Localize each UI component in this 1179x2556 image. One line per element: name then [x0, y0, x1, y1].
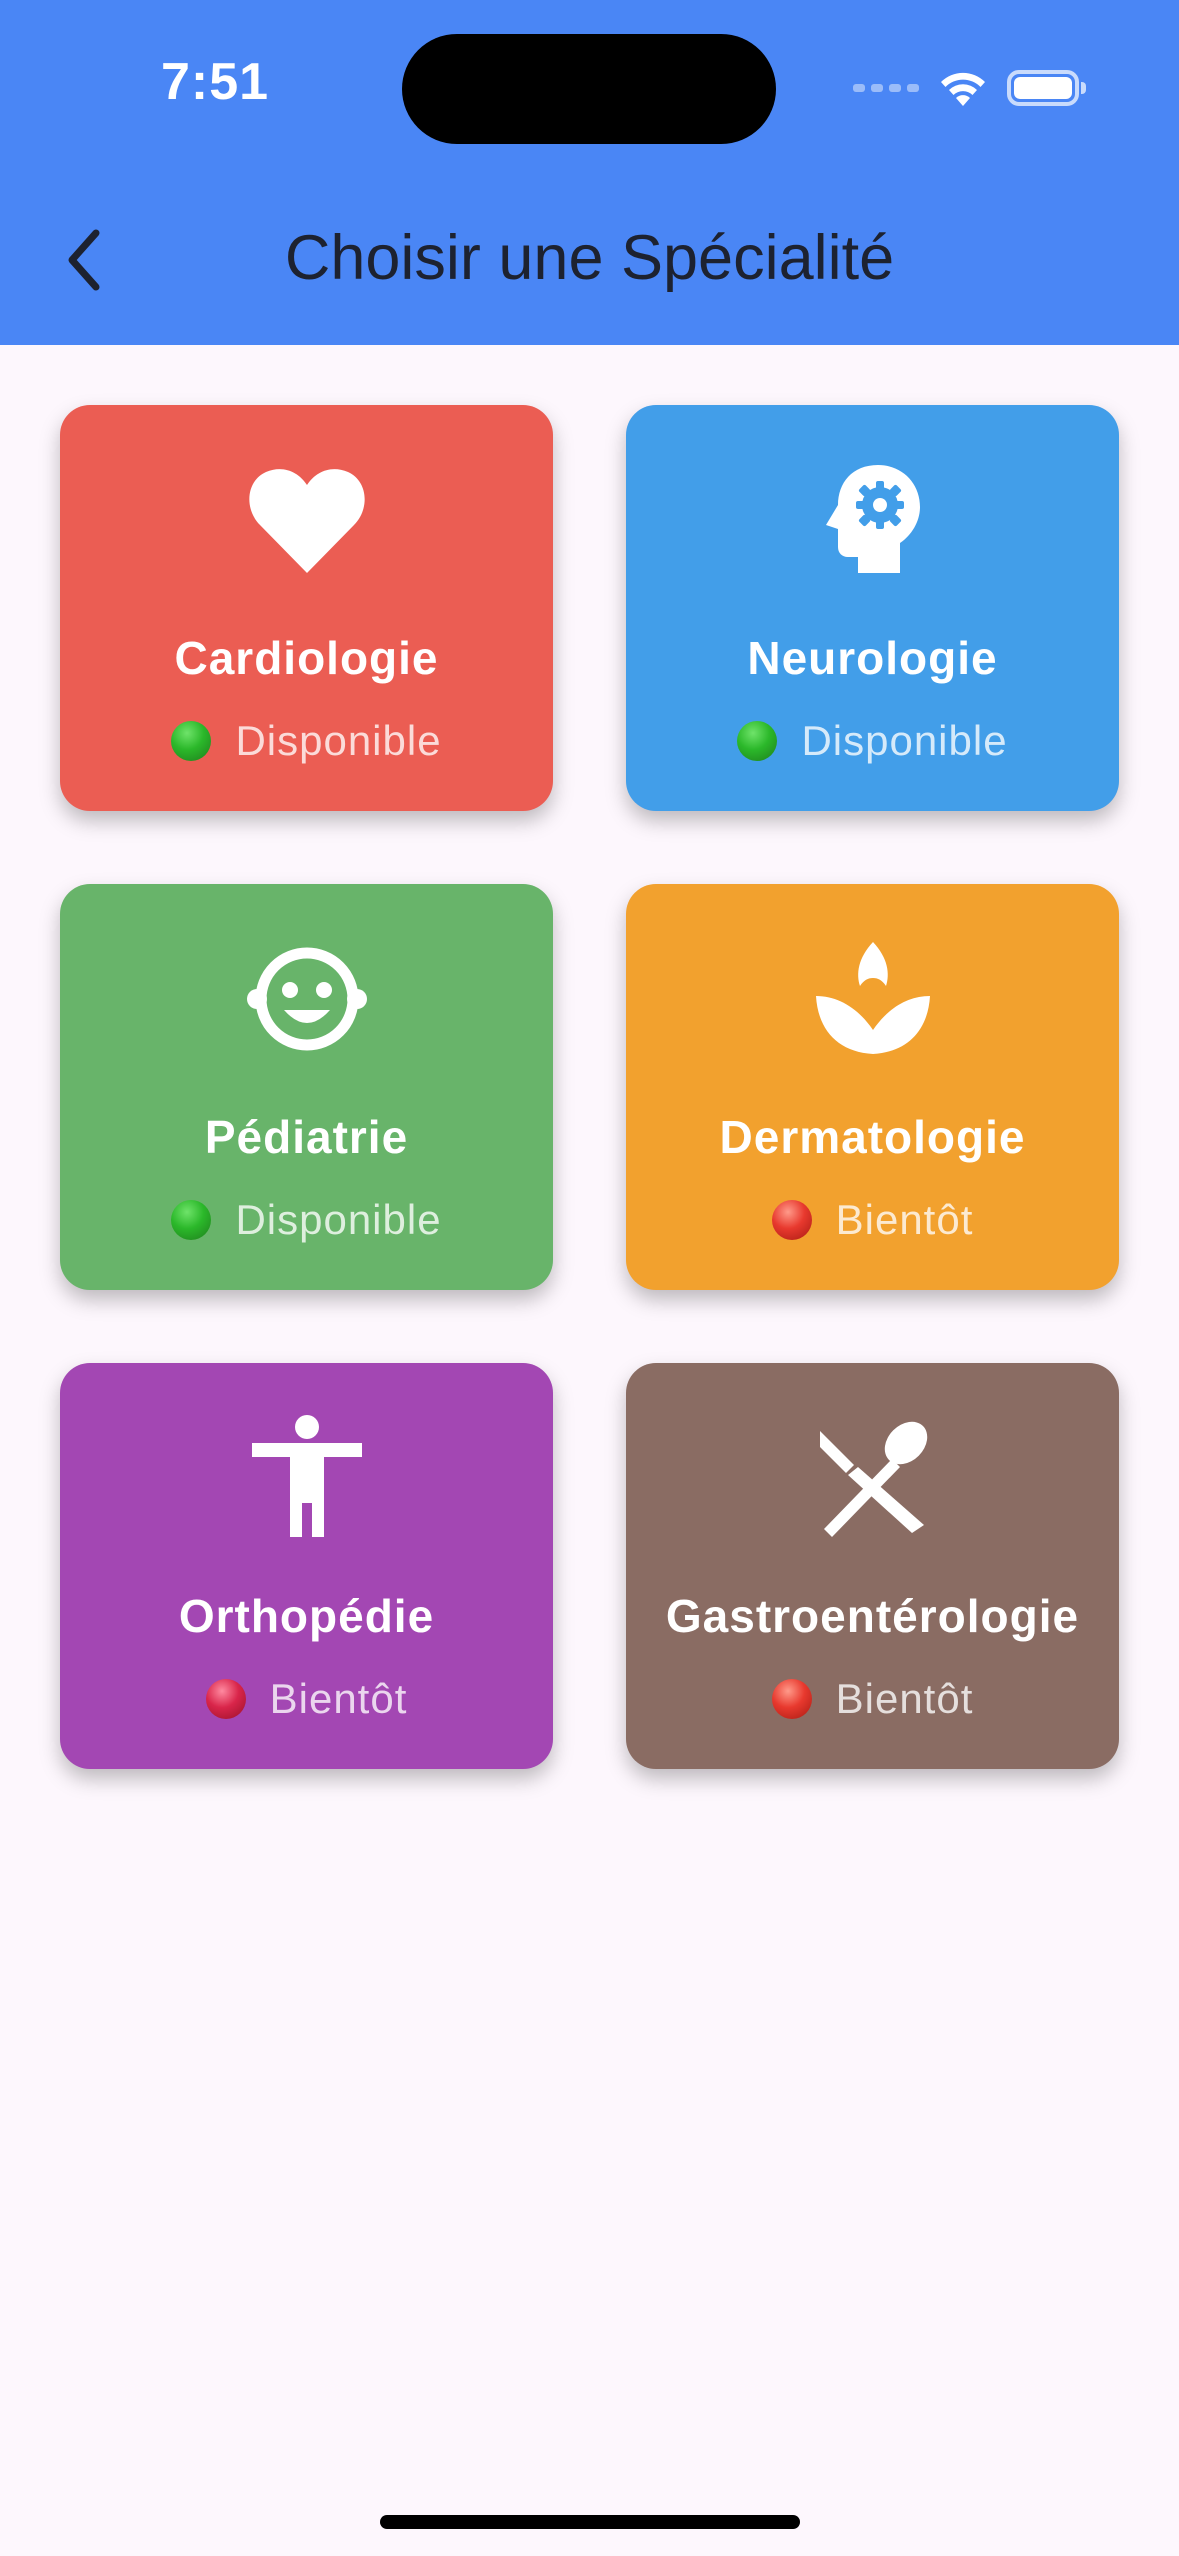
status-label: Disponible: [235, 717, 442, 764]
availability-status: Disponible: [626, 717, 1119, 765]
status-dot-green: [737, 721, 778, 761]
dynamic-island: [402, 34, 776, 144]
page-title: Choisir une Spécialité: [284, 223, 895, 293]
back-button[interactable]: [40, 210, 130, 310]
specialty-card-dermatologie[interactable]: Dermatologie Bientôt: [626, 884, 1119, 1290]
specialty-card-neurologie[interactable]: Neurologie Disponible: [626, 405, 1119, 811]
chevron-left-icon: [68, 229, 100, 291]
specialty-card-orthopedie[interactable]: Orthopédie Bientôt: [60, 1363, 553, 1769]
status-label: Disponible: [801, 717, 1008, 764]
specialty-card-cardiologie[interactable]: Cardiologie Disponible: [60, 405, 553, 811]
app-bar: 7:51 Choisir une Spécialité: [0, 0, 1179, 345]
specialty-card-gastroenterologie[interactable]: Gastroentérologie Bientôt: [626, 1363, 1119, 1769]
psychology-head-icon: [825, 465, 920, 573]
status-time: 7:51: [160, 53, 270, 111]
status-label: Bientôt: [269, 1675, 408, 1722]
wifi-icon: [941, 72, 985, 106]
cellular-icon: [853, 84, 919, 92]
availability-status: Bientôt: [626, 1675, 1119, 1723]
fork-spoon-icon: [819, 1421, 927, 1537]
specialty-name: Pédiatrie: [204, 1111, 409, 1163]
heart-icon: [248, 469, 365, 573]
status-label: Bientôt: [835, 1196, 974, 1243]
specialty-name: Gastroentérologie: [665, 1590, 1080, 1642]
home-indicator[interactable]: [380, 2515, 800, 2529]
status-dot-green: [171, 721, 212, 761]
availability-status: Disponible: [60, 717, 553, 765]
status-icons: [853, 60, 1086, 116]
specialty-name: Cardiologie: [174, 632, 439, 684]
availability-status: Disponible: [60, 1196, 553, 1244]
battery-icon: [1007, 70, 1086, 106]
status-dot-red: [771, 1679, 812, 1719]
status-label: Disponible: [235, 1196, 442, 1243]
specialty-name: Neurologie: [747, 632, 998, 684]
accessibility-person-icon: [251, 1415, 362, 1537]
status-dot-green: [171, 1200, 212, 1240]
specialty-name: Dermatologie: [719, 1111, 1026, 1163]
availability-status: Bientôt: [626, 1196, 1119, 1244]
baby-face-icon: [246, 947, 367, 1051]
specialty-card-pediatrie[interactable]: Pédiatrie Disponible: [60, 884, 553, 1290]
status-dot-red: [771, 1200, 812, 1240]
spa-leaf-icon: [815, 942, 930, 1054]
availability-status: Bientôt: [60, 1675, 553, 1723]
status-dot-red: [205, 1679, 246, 1719]
specialty-name: Orthopédie: [178, 1590, 435, 1642]
status-label: Bientôt: [835, 1675, 974, 1722]
